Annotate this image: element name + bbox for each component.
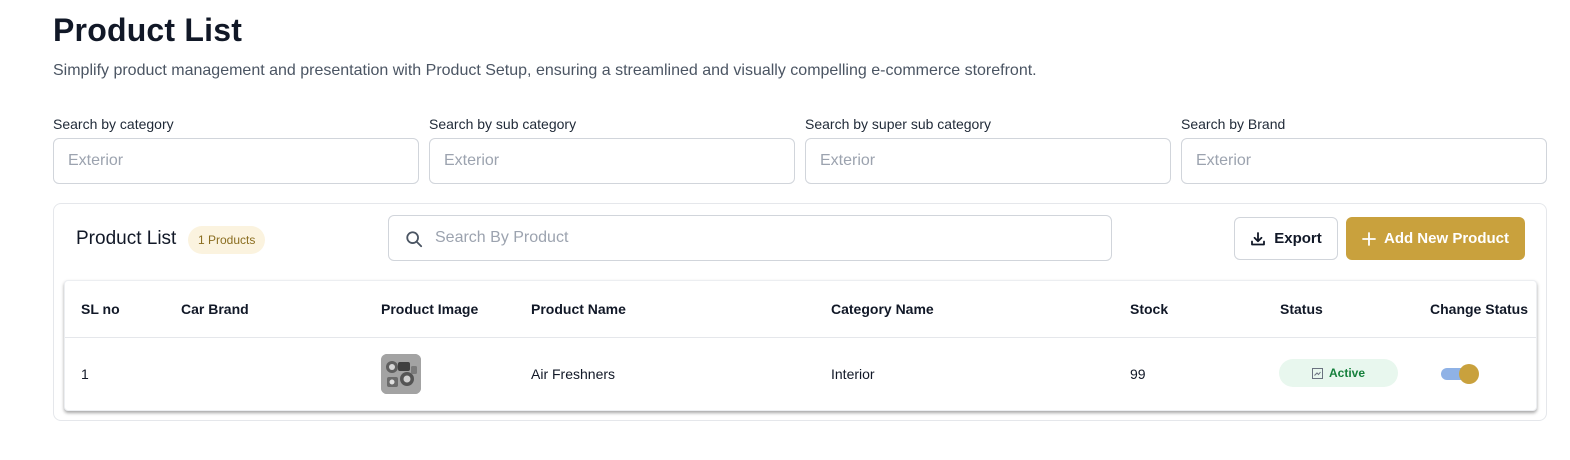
download-icon xyxy=(1251,231,1266,245)
add-new-product-label: Add New Product xyxy=(1383,230,1509,247)
search-icon xyxy=(406,231,423,248)
column-header-product-name: Product Name xyxy=(531,301,626,317)
brand-filter: Search by Brand xyxy=(1181,115,1547,184)
status-icon xyxy=(1311,367,1323,379)
status-label: Active xyxy=(1328,366,1366,380)
column-header-category-name: Category Name xyxy=(831,301,934,317)
status-badge: Active xyxy=(1279,359,1398,387)
cell-category-name: Interior xyxy=(831,366,875,382)
add-new-product-button[interactable]: Add New Product xyxy=(1346,217,1525,260)
export-button[interactable]: Export xyxy=(1234,217,1338,260)
product-count-badge: 1 Products xyxy=(188,226,266,254)
cell-stock: 99 xyxy=(1130,366,1146,382)
sub-category-filter-label: Search by sub category xyxy=(429,116,577,132)
product-search-box[interactable] xyxy=(388,215,1112,261)
column-header-change-status: Change Status xyxy=(1430,301,1529,317)
category-filter: Search by category xyxy=(53,115,419,184)
brand-search-input[interactable] xyxy=(1181,138,1547,184)
brand-filter-label: Search by Brand xyxy=(1181,116,1286,132)
product-thumbnail[interactable] xyxy=(381,354,421,394)
product-list-card: Product List 1 Products Export Add New P… xyxy=(53,203,1547,421)
export-label: Export xyxy=(1274,230,1322,247)
sub-category-filter: Search by sub category xyxy=(429,115,795,184)
column-header-car-brand: Car Brand xyxy=(181,301,249,317)
table-row[interactable]: 1 Air Freshners Interior 99 Active xyxy=(65,338,1536,410)
super-sub-category-filter: Search by super sub category xyxy=(805,115,1171,184)
table-header: SL no Car Brand Product Image Product Na… xyxy=(65,281,1536,338)
product-search-input[interactable] xyxy=(435,216,1095,260)
page-subtitle: Simplify product management and presenta… xyxy=(53,62,1037,79)
sub-category-search-input[interactable] xyxy=(429,138,795,184)
column-header-stock: Stock xyxy=(1130,301,1169,317)
column-header-product-image: Product Image xyxy=(381,301,479,317)
category-filter-label: Search by category xyxy=(53,116,174,132)
change-status-toggle[interactable] xyxy=(1441,364,1479,384)
cell-product-name: Air Freshners xyxy=(531,366,616,382)
toggle-knob[interactable] xyxy=(1459,364,1479,384)
super-sub-category-filter-label: Search by super sub category xyxy=(805,116,991,132)
column-header-sl-no: SL no xyxy=(81,301,120,317)
column-header-status: Status xyxy=(1280,301,1323,317)
product-image-icon xyxy=(381,354,421,394)
product-table: SL no Car Brand Product Image Product Na… xyxy=(64,280,1537,411)
super-sub-category-search-input[interactable] xyxy=(805,138,1171,184)
filter-bar: Search by category Search by sub categor… xyxy=(53,115,1547,184)
product-list-title: Product List xyxy=(76,228,177,249)
category-search-input[interactable] xyxy=(53,138,419,184)
page-title: Product List xyxy=(53,12,243,48)
plus-icon xyxy=(1362,231,1376,246)
cell-sl-no: 1 xyxy=(81,366,89,382)
